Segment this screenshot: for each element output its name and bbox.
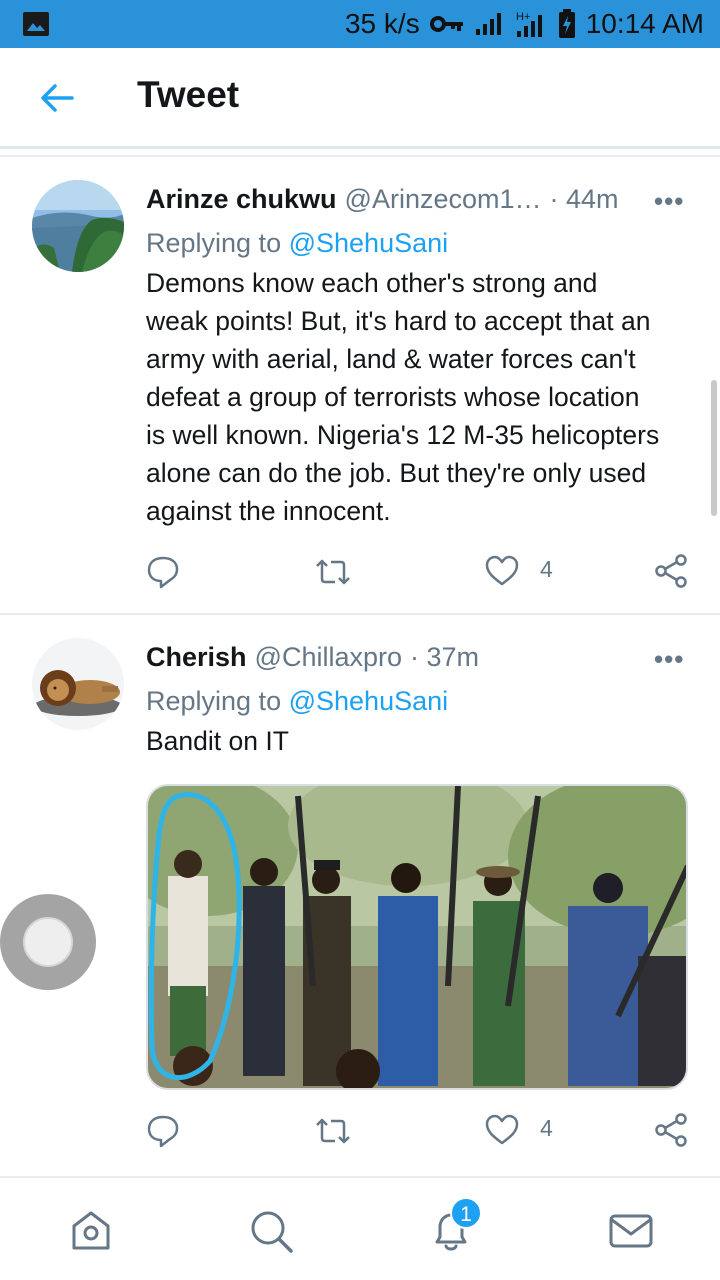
- user-handle[interactable]: @Chillaxpro: [255, 642, 402, 673]
- network-speed: 35 k/s: [344, 8, 420, 39]
- notification-badge: 1: [450, 1197, 482, 1229]
- like-icon[interactable]: [484, 552, 520, 592]
- tweet-text-line: army with aerial, land & water forces ca…: [146, 344, 636, 374]
- tweet-actions: 4: [0, 1111, 720, 1151]
- h-plus-signal-icon: H+: [516, 11, 542, 37]
- search-icon[interactable]: [248, 1208, 294, 1254]
- tweet-text-line: weak points! But, it's hard to accept th…: [146, 306, 651, 336]
- assistive-touch-inner: [23, 917, 73, 967]
- timestamp: · 37m: [410, 642, 480, 672]
- tweet-text-line: Demons know each other's strong and: [146, 268, 598, 298]
- tweet-actions: 4: [0, 552, 720, 592]
- header-divider: [0, 146, 720, 149]
- user-handle[interactable]: @Arinzecom1…: [345, 184, 542, 215]
- home-icon[interactable]: [68, 1208, 114, 1254]
- more-options-icon[interactable]: •••: [654, 644, 684, 675]
- tweet-text-line: alone can do the job. But they're only u…: [146, 458, 647, 488]
- tweet-text-line: is well known. Nigeria's 12 M-35 helicop…: [146, 420, 660, 450]
- replying-to-label: Replying to: [146, 686, 282, 716]
- avatar[interactable]: [32, 180, 124, 272]
- signal-icon: [475, 13, 501, 35]
- clock: 10:14 AM: [585, 8, 704, 39]
- retweet-icon[interactable]: [314, 1111, 352, 1151]
- tweet-divider: [0, 613, 720, 615]
- svg-text:H+: H+: [516, 11, 530, 23]
- display-name[interactable]: Cherish: [146, 642, 247, 673]
- tweet-text: Demons know each other's strong and weak…: [146, 264, 702, 530]
- messages-icon[interactable]: [608, 1208, 654, 1254]
- reply-icon[interactable]: [146, 1111, 180, 1151]
- reply-icon[interactable]: [146, 552, 180, 592]
- image-icon: [23, 12, 49, 36]
- more-options-icon[interactable]: •••: [654, 186, 684, 217]
- tweet-text: Bandit on IT: [146, 722, 702, 760]
- like-icon[interactable]: [484, 1111, 520, 1151]
- tweet-photo[interactable]: [146, 784, 688, 1090]
- avatar[interactable]: [32, 638, 124, 730]
- assistive-touch-button[interactable]: [0, 894, 96, 990]
- bottom-nav: 1: [0, 1178, 720, 1280]
- display-name[interactable]: Arinze chukwu: [146, 184, 337, 215]
- tweet-text-line: Bandit on IT: [146, 726, 289, 756]
- share-icon[interactable]: [654, 552, 688, 592]
- scrollbar[interactable]: [711, 380, 717, 516]
- battery-icon: [558, 9, 575, 38]
- mention-link[interactable]: @ShehuSani: [289, 228, 449, 258]
- app-header: Tweet: [0, 48, 720, 146]
- status-bar: 35 k/s H+ 10:14 AM: [0, 0, 720, 48]
- tweet-text-line: defeat a group of terrorists whose locat…: [146, 382, 640, 412]
- replying-to: Replying to @ShehuSani: [146, 686, 448, 717]
- like-count: 4: [540, 556, 553, 582]
- arrow-left-icon[interactable]: [38, 78, 78, 118]
- timestamp: · 44m: [549, 184, 619, 214]
- retweet-icon[interactable]: [314, 552, 352, 592]
- replying-to: Replying to @ShehuSani: [146, 228, 448, 259]
- like-count: 4: [540, 1115, 553, 1141]
- section-divider: [0, 155, 720, 157]
- mention-link[interactable]: @ShehuSani: [289, 686, 449, 716]
- page-title: Tweet: [137, 74, 240, 115]
- share-icon[interactable]: [654, 1111, 688, 1151]
- replying-to-label: Replying to: [146, 228, 282, 258]
- tweet-text-line: against the innocent.: [146, 496, 391, 526]
- vpn-key-icon: [429, 16, 463, 32]
